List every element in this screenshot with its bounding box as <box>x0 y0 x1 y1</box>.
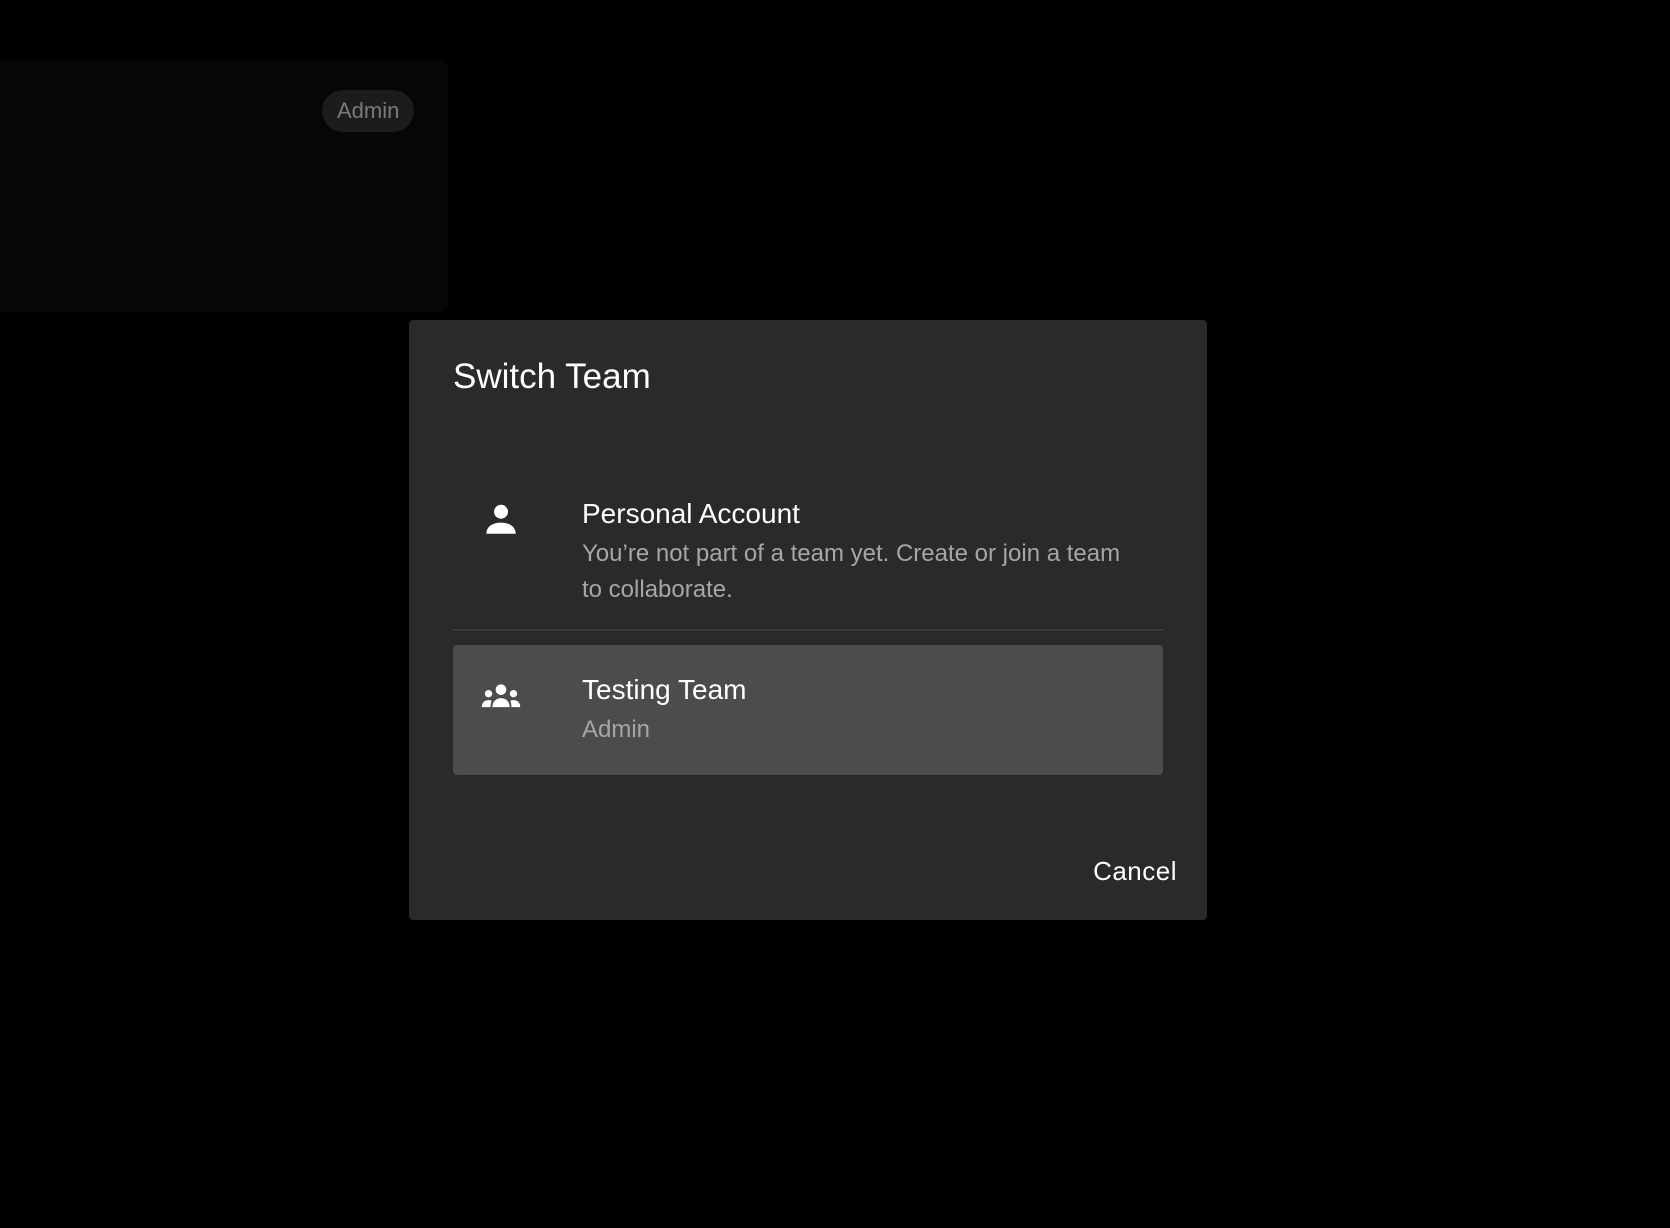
page: Admin Switch Team Personal Account You’r… <box>0 0 1670 1228</box>
cancel-button[interactable]: Cancel <box>1093 850 1177 893</box>
personal-account-option[interactable]: Personal Account You’re not part of a te… <box>453 466 1163 624</box>
personal-account-text: Personal Account You’re not part of a te… <box>582 496 1123 608</box>
person-icon <box>486 504 516 534</box>
group-icon <box>481 684 521 708</box>
option-title: Personal Account <box>582 498 800 529</box>
option-subtitle: Admin <box>582 716 651 743</box>
testing-team-option[interactable]: Testing Team Admin <box>453 645 1163 775</box>
role-badge: Admin <box>322 90 415 132</box>
option-title: Testing Team <box>582 674 747 705</box>
testing-team-text: Testing Team Admin <box>582 672 1123 748</box>
background-card: Admin <box>0 60 448 312</box>
dialog-title: Switch Team <box>453 357 651 396</box>
option-subtitle: You’re not part of a team yet. Create or… <box>582 540 1121 603</box>
switch-team-dialog: Switch Team Personal Account You’re not … <box>409 320 1207 920</box>
divider <box>453 629 1163 631</box>
